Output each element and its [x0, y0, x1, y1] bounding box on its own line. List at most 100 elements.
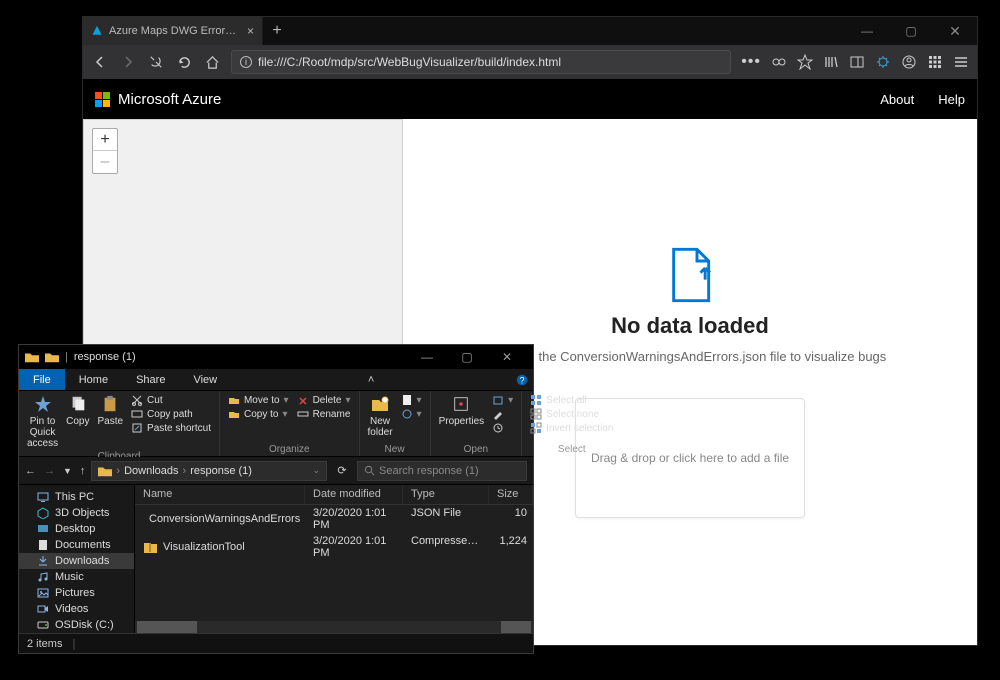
column-header-type[interactable]: Type [403, 485, 489, 504]
ribbon-group-select: Select all Select none Invert selection … [522, 391, 621, 456]
azure-favicon-icon [91, 25, 103, 37]
explorer-search-input[interactable]: Search response (1) [357, 461, 527, 481]
file-list-pane: Name Date modified Type Size ConversionW… [135, 485, 533, 633]
explorer-close-button[interactable]: ✕ [487, 350, 527, 364]
open-button[interactable]: ▾ [492, 394, 513, 406]
zip-file-icon [143, 540, 157, 554]
chevron-down-icon[interactable]: ⌄ [312, 465, 320, 476]
nav-forward-button[interactable]: → [44, 465, 55, 477]
refresh-button[interactable]: ⟳ [333, 464, 351, 477]
back-button[interactable] [91, 53, 109, 71]
nav-item-downloads[interactable]: Downloads [19, 553, 134, 569]
breadcrumb-downloads[interactable]: Downloads [124, 465, 178, 477]
paste-button[interactable]: Paste [97, 394, 123, 427]
new-folder-button[interactable]: New folder [368, 394, 393, 438]
account-icon[interactable] [901, 54, 917, 70]
ribbon-group-organize: Move to▾ Copy to▾ Delete▾ Rename Organiz… [220, 391, 360, 456]
window-close-button[interactable]: ✕ [933, 17, 977, 45]
nav-item-videos[interactable]: Videos [19, 601, 134, 617]
home-button[interactable] [203, 53, 221, 71]
select-all-button[interactable]: Select all [530, 394, 613, 406]
nav-item-documents[interactable]: Documents [19, 537, 134, 553]
properties-button[interactable]: Properties [439, 394, 485, 427]
move-to-button[interactable]: Move to▾ [228, 394, 289, 406]
info-icon: i [240, 56, 252, 68]
nav-item-this-pc[interactable]: This PC [19, 489, 134, 505]
easy-access-button[interactable]: ▾ [401, 408, 422, 420]
copy-path-button[interactable]: Copy path [131, 408, 211, 420]
sidebar-icon[interactable] [849, 54, 865, 70]
reload-button[interactable] [175, 53, 193, 71]
navigation-pane[interactable]: This PC3D ObjectsDesktopDocumentsDownloa… [19, 485, 135, 633]
copy-button[interactable]: Copy [66, 394, 89, 427]
new-item-button[interactable]: ▾ [401, 394, 422, 406]
tab-title: Azure Maps DWG Errors Visua [109, 25, 241, 37]
status-bar: 2 items | [19, 633, 533, 653]
window-minimize-button[interactable]: — [845, 17, 889, 45]
ribbon: Pin to Quick access Copy Paste Cut Copy … [19, 391, 533, 457]
ribbon-tab-file[interactable]: File [19, 369, 65, 390]
horizontal-scrollbar[interactable] [135, 621, 533, 633]
select-none-button[interactable]: Select none [530, 408, 613, 420]
star-icon[interactable] [797, 54, 813, 70]
ribbon-tab-home[interactable]: Home [65, 369, 122, 390]
ribbon-tab-view[interactable]: View [179, 369, 231, 390]
nav-item-desktop[interactable]: Desktop [19, 521, 134, 537]
nav-item-pictures[interactable]: Pictures [19, 585, 134, 601]
edit-button[interactable] [492, 408, 513, 420]
explorer-maximize-button[interactable]: ▢ [447, 350, 487, 364]
nav-about[interactable]: About [880, 92, 914, 107]
url-field[interactable]: i file:///C:/Root/mdp/src/WebBugVisualiz… [231, 50, 731, 74]
ribbon-collapse-icon[interactable]: ˄ [360, 369, 382, 390]
pin-quick-access-button[interactable]: Pin to Quick access [27, 394, 58, 449]
explorer-minimize-button[interactable]: — [407, 350, 447, 364]
more-icon[interactable]: ••• [741, 53, 761, 71]
brand-text: Microsoft Azure [118, 91, 221, 108]
nav-up-button[interactable]: ↑ [80, 465, 86, 477]
grid-icon[interactable] [927, 54, 943, 70]
column-header-date[interactable]: Date modified [305, 485, 403, 504]
file-row[interactable]: VisualizationTool3/20/2020 1:01 PMCompre… [135, 533, 533, 561]
ribbon-group-clipboard: Pin to Quick access Copy Paste Cut Copy … [19, 391, 220, 456]
library-icon[interactable] [823, 54, 839, 70]
invert-selection-button[interactable]: Invert selection [530, 422, 613, 434]
explorer-titlebar[interactable]: | response (1) — ▢ ✕ [19, 345, 533, 369]
window-maximize-button[interactable]: ▢ [889, 17, 933, 45]
paste-shortcut-button[interactable]: Paste shortcut [131, 422, 211, 434]
zoom-out-button[interactable]: – [93, 151, 117, 173]
breadcrumb-folder[interactable]: response (1) [190, 465, 252, 477]
nav-item-osdisk-c-[interactable]: OSDisk (C:) [19, 617, 134, 633]
toolbar-right: ••• [741, 53, 969, 71]
tab-close-icon[interactable]: × [247, 24, 254, 38]
pic-icon [37, 587, 49, 599]
path-bar: ← → ▼ ↑ › Downloads › response (1) ⌄ ⟳ S… [19, 457, 533, 485]
column-header-size[interactable]: Size [489, 485, 533, 504]
nav-item-music[interactable]: Music [19, 569, 134, 585]
forward-button[interactable] [119, 53, 137, 71]
nav-back-button[interactable]: ← [25, 465, 36, 477]
column-header-name[interactable]: Name [135, 485, 305, 504]
dev-button[interactable] [147, 53, 165, 71]
search-icon [364, 465, 375, 476]
browser-tab[interactable]: Azure Maps DWG Errors Visua × [83, 17, 263, 45]
new-tab-button[interactable]: + [263, 17, 291, 45]
delete-button[interactable]: Delete▾ [297, 394, 351, 406]
zoom-in-button[interactable]: + [93, 129, 117, 151]
ribbon-tab-share[interactable]: Share [122, 369, 179, 390]
menu-icon[interactable] [953, 54, 969, 70]
nav-item-3d-objects[interactable]: 3D Objects [19, 505, 134, 521]
copy-to-button[interactable]: Copy to▾ [228, 408, 289, 420]
3d-icon [37, 507, 49, 519]
breadcrumb[interactable]: › Downloads › response (1) ⌄ [91, 461, 327, 481]
pc-icon [37, 491, 49, 503]
reader-icon[interactable] [771, 54, 787, 70]
rename-button[interactable]: Rename [297, 408, 351, 420]
file-row[interactable]: ConversionWarningsAndErrors3/20/2020 1:0… [135, 505, 533, 533]
nav-help[interactable]: Help [938, 92, 965, 107]
cut-button[interactable]: Cut [131, 394, 211, 406]
history-button[interactable] [492, 422, 513, 434]
extension-icon[interactable] [875, 54, 891, 70]
help-icon[interactable]: ? [511, 369, 533, 390]
nav-recent-button[interactable]: ▼ [63, 466, 72, 476]
folder-icon [98, 465, 112, 477]
